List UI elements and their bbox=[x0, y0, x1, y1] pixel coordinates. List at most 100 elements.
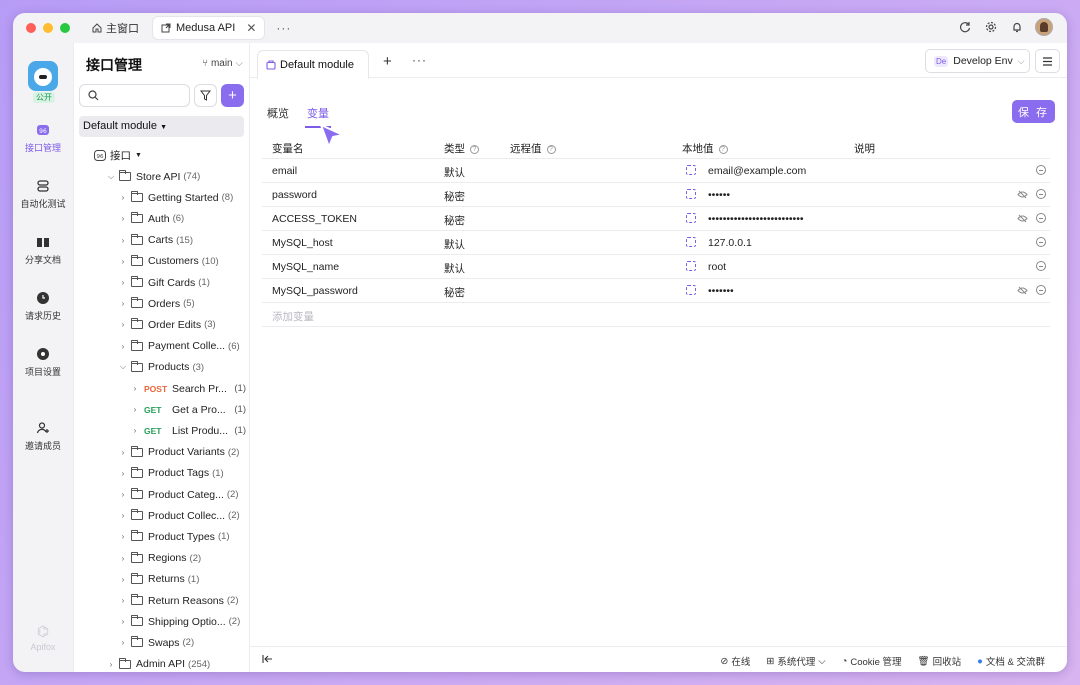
tree-folder[interactable]: › Auth (6) bbox=[118, 208, 184, 229]
chevron-right-icon[interactable]: › bbox=[130, 405, 140, 414]
tree-folder[interactable]: › Product Collec... (2) bbox=[118, 505, 240, 526]
minimize-window-button[interactable] bbox=[43, 23, 53, 33]
table-row[interactable]: email 默认 email@example.com bbox=[262, 159, 1050, 183]
variable-name[interactable]: MySQL_password bbox=[272, 285, 358, 297]
local-value[interactable]: 127.0.0.1 bbox=[708, 237, 752, 249]
tree-folder[interactable]: › Returns (1) bbox=[118, 569, 199, 590]
filter-button[interactable] bbox=[194, 84, 217, 107]
tree-folder[interactable]: › Product Types (1) bbox=[118, 526, 230, 547]
rail-item-api-management[interactable]: 96 接口管理 bbox=[13, 123, 73, 154]
more-icon[interactable]: ··· bbox=[412, 53, 427, 67]
chevron-right-icon[interactable]: › bbox=[106, 660, 116, 669]
chevron-down-icon[interactable]: ⌵ bbox=[106, 172, 116, 182]
tree-folder[interactable]: › Orders (5) bbox=[118, 293, 195, 314]
tree-folder[interactable]: › Product Variants (2) bbox=[118, 442, 239, 463]
chevron-right-icon[interactable]: › bbox=[130, 426, 140, 435]
chevron-right-icon[interactable]: › bbox=[130, 384, 140, 393]
tab-home[interactable]: 主窗口 bbox=[92, 20, 139, 36]
save-button[interactable]: 保 存 bbox=[1012, 100, 1055, 123]
close-tab-icon[interactable]: ✕ bbox=[246, 21, 256, 35]
table-row[interactable]: MySQL_host 默认 127.0.0.1 bbox=[262, 231, 1050, 255]
chevron-right-icon[interactable]: › bbox=[118, 236, 128, 245]
variable-name[interactable]: password bbox=[272, 189, 317, 201]
rail-item-project-settings[interactable]: 项目设置 bbox=[13, 347, 73, 378]
chevron-right-icon[interactable]: › bbox=[118, 596, 128, 605]
remove-variable-icon[interactable] bbox=[1036, 213, 1046, 223]
tab-default-module[interactable]: Default module bbox=[257, 50, 369, 79]
remove-variable-icon[interactable] bbox=[1036, 189, 1046, 199]
variable-type[interactable]: 秘密 bbox=[444, 189, 465, 204]
user-avatar[interactable] bbox=[1035, 18, 1053, 36]
sync-icon[interactable] bbox=[686, 213, 696, 223]
rail-item-invite[interactable]: 邀请成员 bbox=[13, 421, 73, 452]
proxy-selector[interactable]: ⊞ 系统代理 ⌵ bbox=[766, 654, 825, 669]
project-logo[interactable] bbox=[28, 61, 58, 91]
tab-variables[interactable]: 变量 bbox=[305, 105, 331, 128]
variable-type[interactable]: 秘密 bbox=[444, 285, 465, 300]
tree-endpoint[interactable]: › POST Search Pr... (1) bbox=[130, 378, 246, 399]
local-value[interactable]: email@example.com bbox=[708, 165, 806, 177]
chevron-right-icon[interactable]: › bbox=[118, 511, 128, 520]
local-value[interactable]: root bbox=[708, 261, 726, 273]
chevron-right-icon[interactable]: › bbox=[118, 448, 128, 457]
variable-type[interactable]: 默认 bbox=[444, 165, 465, 180]
tree-folder[interactable]: › Getting Started (8) bbox=[118, 187, 233, 208]
table-row[interactable]: ACCESS_TOKEN 秘密 •••••••••••••••••••••••••• bbox=[262, 207, 1050, 231]
chevron-right-icon[interactable]: › bbox=[118, 320, 128, 329]
eye-off-icon[interactable] bbox=[1017, 286, 1028, 295]
rail-item-history[interactable]: 请求历史 bbox=[13, 291, 73, 322]
add-api-button[interactable]: + bbox=[221, 84, 244, 107]
tree-root[interactable]: 96 接口 ▼ bbox=[94, 145, 142, 166]
local-value[interactable]: •••••• bbox=[708, 189, 730, 201]
chevron-right-icon[interactable]: › bbox=[118, 299, 128, 308]
add-variable-placeholder[interactable]: 添加变量 bbox=[272, 309, 314, 324]
help-icon[interactable]: ? bbox=[718, 144, 728, 154]
rail-item-automation[interactable]: 自动化测试 bbox=[13, 179, 73, 210]
tree-endpoint[interactable]: › GET Get a Pro... (1) bbox=[130, 399, 246, 420]
online-status[interactable]: ⊘ 在线 bbox=[720, 654, 750, 669]
variable-type[interactable]: 默认 bbox=[444, 261, 465, 276]
search-input[interactable] bbox=[79, 84, 190, 107]
new-tab-icon[interactable]: + bbox=[383, 53, 392, 70]
chevron-right-icon[interactable]: › bbox=[118, 214, 128, 223]
tree-folder[interactable]: › Product Categ... (2) bbox=[118, 484, 239, 505]
local-value[interactable]: •••••••••••••••••••••••••• bbox=[708, 213, 804, 225]
sync-icon[interactable] bbox=[686, 261, 696, 271]
variable-type[interactable]: 默认 bbox=[444, 237, 465, 252]
help-icon[interactable]: ? bbox=[546, 144, 556, 154]
variable-name[interactable]: ACCESS_TOKEN bbox=[272, 213, 357, 225]
environment-selector[interactable]: De Develop Env ⌵ bbox=[925, 49, 1030, 73]
bell-icon[interactable] bbox=[1009, 19, 1025, 35]
table-row[interactable]: MySQL_password 秘密 ••••••• bbox=[262, 279, 1050, 303]
cookie-manager[interactable]: ◔ Cookie 管理 bbox=[842, 654, 902, 669]
tree-folder[interactable]: › Swaps (2) bbox=[118, 632, 194, 653]
local-value[interactable]: ••••••• bbox=[708, 285, 734, 297]
remove-variable-icon[interactable] bbox=[1036, 165, 1046, 175]
tree-folder[interactable]: › Order Edits (3) bbox=[118, 314, 216, 335]
environment-menu-button[interactable] bbox=[1035, 49, 1060, 73]
tree-folder[interactable]: › Product Tags (1) bbox=[118, 463, 224, 484]
variable-name[interactable]: MySQL_name bbox=[272, 261, 339, 273]
collapse-sidebar-icon[interactable] bbox=[262, 654, 273, 664]
maximize-window-button[interactable] bbox=[60, 23, 70, 33]
tree-folder[interactable]: › Gift Cards (1) bbox=[118, 272, 210, 293]
tree-folder[interactable]: › Customers (10) bbox=[118, 251, 219, 272]
sync-icon[interactable] bbox=[686, 189, 696, 199]
rail-item-share-docs[interactable]: 分享文档 bbox=[13, 235, 73, 266]
chevron-right-icon[interactable]: › bbox=[118, 469, 128, 478]
chevron-right-icon[interactable]: › bbox=[118, 490, 128, 499]
trash-bin[interactable]: 🗑︎ 回收站 bbox=[918, 654, 962, 669]
chevron-right-icon[interactable]: › bbox=[118, 617, 128, 626]
tree-folder[interactable]: ⌵ Store API (74) bbox=[106, 166, 200, 187]
tree-folder[interactable]: › Return Reasons (2) bbox=[118, 590, 239, 611]
tree-folder[interactable]: › Shipping Optio... (2) bbox=[118, 611, 240, 632]
close-window-button[interactable] bbox=[26, 23, 36, 33]
variable-name[interactable]: email bbox=[272, 165, 297, 177]
variable-name[interactable]: MySQL_host bbox=[272, 237, 333, 249]
module-selector[interactable]: Default module ▼ bbox=[79, 116, 244, 137]
tree-endpoint[interactable]: › GET List Produ... (1) bbox=[130, 420, 246, 441]
chevron-right-icon[interactable]: › bbox=[118, 257, 128, 266]
table-row[interactable]: password 秘密 •••••• bbox=[262, 183, 1050, 207]
tree-folder[interactable]: › Carts (15) bbox=[118, 230, 193, 251]
sync-icon[interactable] bbox=[686, 165, 696, 175]
